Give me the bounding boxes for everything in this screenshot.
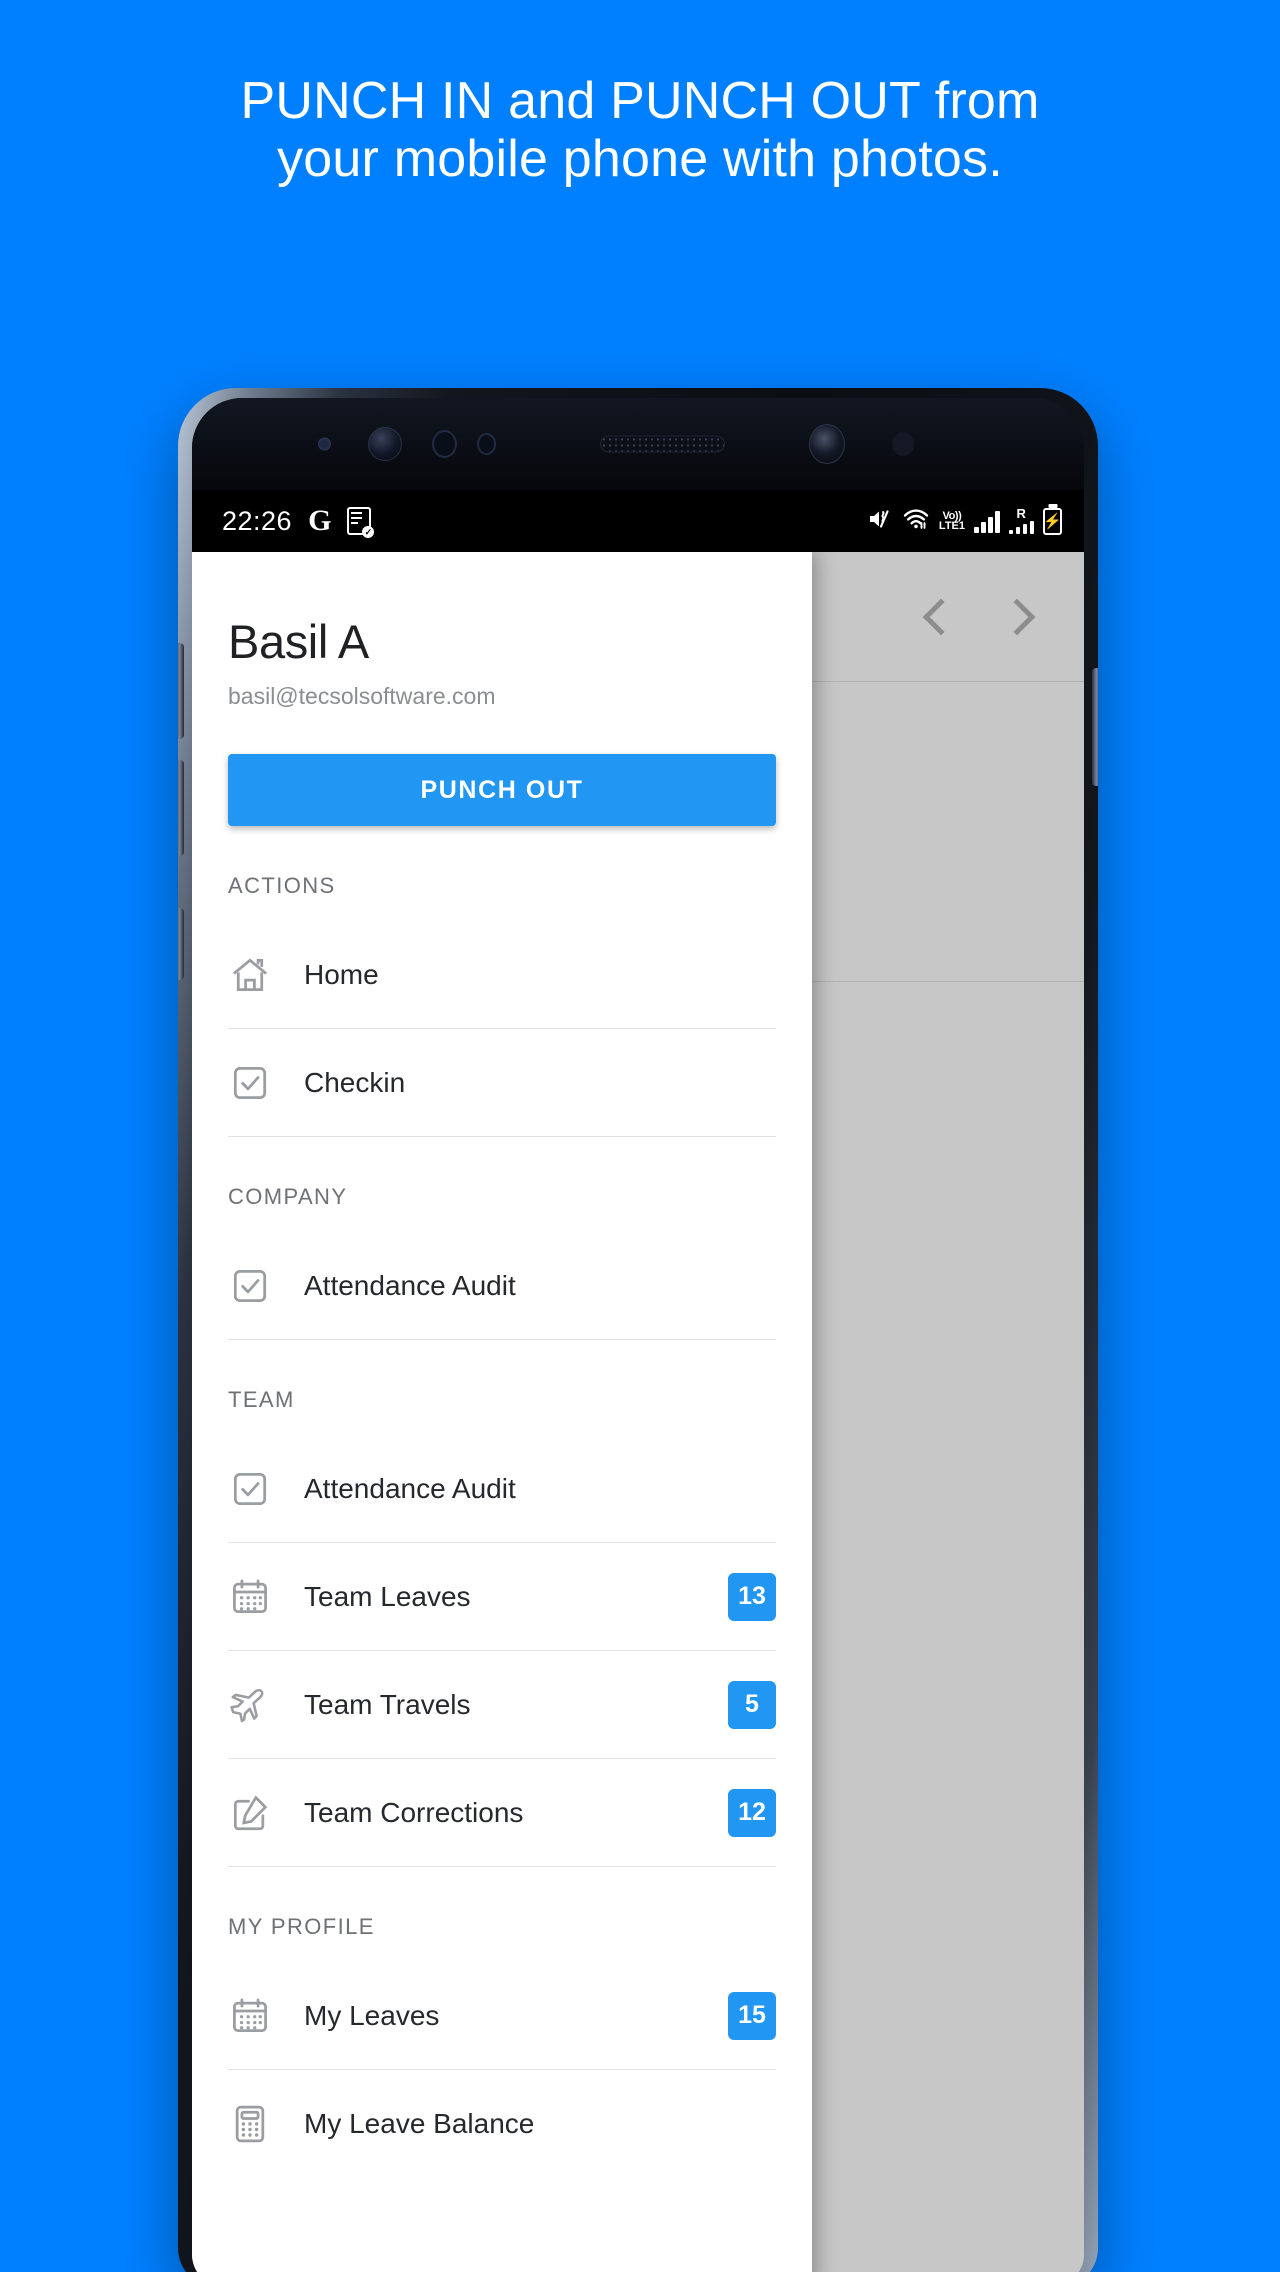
- drawer-item-label: Checkin: [304, 1066, 406, 1098]
- drawer-item-label: Attendance Audit: [304, 1472, 516, 1504]
- drawer-item-badge: 15: [728, 1991, 776, 2040]
- battery-charging-icon: ⚡: [1043, 507, 1062, 535]
- phone-body: 22:26 G ✓ Vo)) LTE1 R ⚡ Basil A basil@te…: [192, 398, 1084, 2272]
- drawer-item-label: Home: [304, 958, 379, 990]
- headline-line-2: your mobile phone with photos.: [277, 130, 1003, 189]
- mute-vibrate-icon: [867, 507, 893, 536]
- roaming-signal-icon: R: [1008, 506, 1034, 534]
- punch-out-button[interactable]: PUNCH OUT: [228, 754, 776, 826]
- status-bar: 22:26 G ✓ Vo)) LTE1 R ⚡: [192, 490, 1084, 552]
- section-label-actions: ACTIONS: [228, 873, 336, 898]
- drawer-item-team-travels[interactable]: Team Travels 5: [228, 1651, 776, 1759]
- airplane-icon: [228, 1683, 272, 1727]
- roaming-label: R: [1016, 506, 1026, 521]
- assistant-button[interactable]: [178, 908, 184, 980]
- sensor-dot-icon: [892, 432, 914, 456]
- section-label-team: TEAM: [228, 1387, 295, 1412]
- edit-square-icon: [228, 1791, 272, 1835]
- user-email: basil@tecsolsoftware.com: [228, 683, 496, 709]
- drawer-item-badge: 12: [728, 1788, 776, 1837]
- google-icon: G: [308, 504, 332, 537]
- drawer-item-team-corrections[interactable]: Team Corrections 12: [228, 1759, 776, 1867]
- drawer-item-my-leave-balance[interactable]: My Leave Balance: [228, 2070, 776, 2178]
- battery-bolt-icon: ⚡: [1043, 512, 1062, 530]
- menu-section-my-profile: My Leaves 15 My Leave Balance: [192, 1962, 812, 2178]
- drawer-item-label: Team Corrections: [304, 1796, 524, 1828]
- drawer-item-team-leaves[interactable]: Team Leaves 13: [228, 1543, 776, 1651]
- front-camera-icon: [809, 424, 845, 464]
- ir-led-icon: [477, 433, 496, 455]
- menu-section-actions: Home Checkin: [192, 921, 812, 1137]
- menu-section-team: Attendance Audit Team Leaves 13 Team Tra…: [192, 1435, 812, 1867]
- notes-checked-icon: ✓: [347, 507, 375, 538]
- volume-up-button[interactable]: [178, 643, 184, 739]
- prev-day-chevron-icon[interactable]: [922, 598, 960, 635]
- user-name: Basil A: [228, 615, 369, 668]
- navigation-drawer: Basil A basil@tecsolsoftware.com PUNCH O…: [192, 552, 812, 2272]
- drawer-item-badge: 13: [728, 1572, 776, 1621]
- section-label-my-profile: MY PROFILE: [228, 1914, 375, 1939]
- proximity-sensor-icon: [318, 437, 331, 451]
- power-button[interactable]: [1092, 668, 1098, 786]
- roaming-bars-icon: [1008, 520, 1034, 534]
- drawer-item-checkin[interactable]: Checkin: [228, 1029, 776, 1137]
- promo-stage: PUNCH IN and PUNCH OUT from your mobile …: [0, 0, 1280, 2272]
- checkbox-check-icon: [228, 1264, 272, 1308]
- checkbox-check-icon: [228, 1061, 272, 1105]
- signal-bars-icon: [974, 509, 1000, 533]
- drawer-item-home[interactable]: Home: [228, 921, 776, 1029]
- headline-line-1: PUNCH IN and PUNCH OUT from: [240, 72, 1040, 130]
- drawer-item-label: My Leave Balance: [304, 2108, 535, 2139]
- home-icon: [228, 953, 272, 997]
- drawer-item-label: Attendance Audit: [304, 1269, 516, 1301]
- drawer-item-badge: 5: [728, 1680, 776, 1729]
- drawer-item-my-leaves[interactable]: My Leaves 15: [228, 1962, 776, 2070]
- status-bar-right: Vo)) LTE1 R ⚡: [867, 507, 1062, 536]
- calendar-icon: [228, 1575, 272, 1619]
- phone-screen: 22:26 G ✓ Vo)) LTE1 R ⚡ Basil A basil@te…: [192, 490, 1084, 2272]
- section-label-company: COMPANY: [228, 1184, 348, 1209]
- calculator-icon: [228, 2102, 272, 2146]
- phone-mockup: 22:26 G ✓ Vo)) LTE1 R ⚡ Basil A basil@te…: [178, 388, 1098, 2272]
- light-sensor-icon: [432, 430, 457, 458]
- phone-top-bezel: [192, 398, 1084, 490]
- volte-bottom-label: LTE1: [938, 520, 965, 532]
- checkbox-check-icon: [228, 1467, 272, 1511]
- drawer-item-label: Team Travels: [304, 1688, 471, 1720]
- status-bar-left: 22:26 G ✓: [222, 504, 375, 538]
- menu-section-company: Attendance Audit: [192, 1232, 812, 1340]
- volume-down-button[interactable]: [178, 760, 184, 856]
- earpiece-speaker-icon: [600, 435, 725, 453]
- wifi-icon: [902, 507, 930, 536]
- promo-headline: PUNCH IN and PUNCH OUT from your mobile …: [0, 72, 1280, 188]
- iris-scanner-icon: [368, 427, 402, 461]
- drawer-item-label: Team Leaves: [304, 1580, 471, 1612]
- drawer-item-team-attendance-audit[interactable]: Attendance Audit: [228, 1435, 776, 1543]
- status-time: 22:26: [222, 505, 293, 536]
- drawer-header: Basil A basil@tecsolsoftware.com: [192, 552, 812, 710]
- calendar-icon: [228, 1994, 272, 2038]
- next-day-chevron-icon[interactable]: [998, 598, 1036, 635]
- drawer-item-label: My Leaves: [304, 1999, 440, 2031]
- drawer-item-company-attendance-audit[interactable]: Attendance Audit: [228, 1232, 776, 1340]
- volte-icon: Vo)) LTE1: [938, 511, 965, 532]
